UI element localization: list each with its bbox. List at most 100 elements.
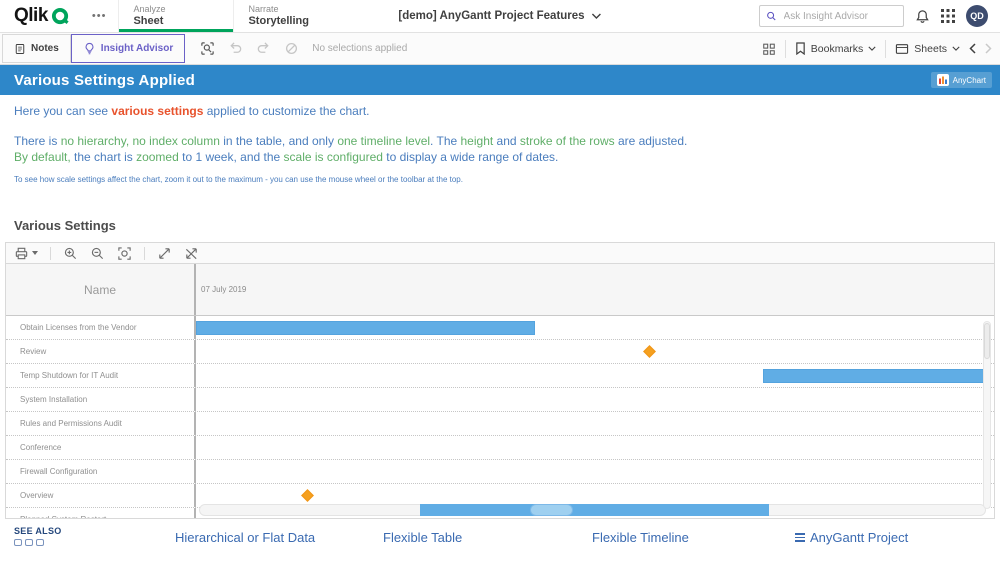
see-also-link[interactable]: Flexible Timeline <box>592 530 689 545</box>
gantt-body: Obtain Licenses from the VendorReviewTem… <box>6 316 994 518</box>
text-segment: By default, <box>14 150 71 164</box>
qlik-logo[interactable]: Qlik <box>0 0 80 32</box>
text-segment: and <box>493 134 520 148</box>
search-icon <box>766 10 777 22</box>
gantt-rows: Obtain Licenses from the VendorReviewTem… <box>6 316 994 518</box>
timeline-scrollbar[interactable] <box>199 504 986 516</box>
tab-label: Sheet <box>133 15 233 28</box>
sheet-toolbar: Notes Insight Advisor No selections appl… <box>0 33 1000 65</box>
task-name: Obtain Licenses from the Vendor <box>6 316 194 339</box>
name-column-header[interactable]: Name <box>6 264 194 315</box>
qlik-q-logo-icon <box>51 7 70 26</box>
chevron-right-icon <box>985 43 992 54</box>
redo-icon <box>256 41 271 56</box>
divider <box>50 247 51 260</box>
task-timeline-cell <box>194 388 994 411</box>
sheet-overview-button[interactable] <box>762 42 776 56</box>
print-button[interactable] <box>14 246 38 261</box>
thumbnail-icon <box>25 539 33 546</box>
text-segment: There is <box>14 134 61 148</box>
bookmarks-label: Bookmarks <box>811 43 864 55</box>
previous-sheet-button[interactable] <box>969 43 976 54</box>
reset-zoom-button[interactable] <box>184 246 199 261</box>
selection-tools: No selections applied <box>200 33 407 64</box>
anychart-badge[interactable]: AnyChart <box>931 72 992 88</box>
vertical-scrollbar-thumb[interactable] <box>984 323 990 359</box>
divider <box>144 247 145 260</box>
chevron-down-icon <box>868 46 876 51</box>
zoom-in-button[interactable] <box>63 246 78 261</box>
qlik-logo-text: Qlik <box>14 5 48 27</box>
see-also-thumbnails[interactable] <box>14 539 44 546</box>
clear-selections-icon <box>284 41 299 56</box>
see-also-link-label: Flexible Table <box>383 530 462 545</box>
app-title-text: [demo] AnyGantt Project Features <box>398 10 584 22</box>
search-input[interactable] <box>782 10 897 23</box>
task-name: Overview <box>6 484 194 507</box>
see-also-link[interactable]: Flexible Table <box>383 530 462 545</box>
timeline-range[interactable] <box>420 504 769 516</box>
text-segment: the chart is <box>71 150 136 164</box>
see-also-link-label: AnyGantt Project <box>810 530 908 545</box>
smart-search-button[interactable] <box>200 41 215 56</box>
description-block: Here you can see various settings applie… <box>0 95 1000 184</box>
zoom-out-button[interactable] <box>90 246 105 261</box>
app-title-dropdown[interactable]: [demo] AnyGantt Project Features <box>398 0 601 32</box>
redo-button[interactable] <box>256 41 271 56</box>
sheets-icon <box>895 43 909 55</box>
bookmarks-menu[interactable]: Bookmarks <box>795 42 877 55</box>
more-menu-button[interactable]: ••• <box>80 0 119 32</box>
task-bar[interactable] <box>763 369 985 383</box>
task-timeline-cell <box>194 340 994 363</box>
zoom-to-fit-button[interactable] <box>117 246 132 261</box>
text-segment: one timeline level <box>337 134 430 148</box>
timeline-header[interactable]: 07 July 2019 <box>194 264 994 315</box>
print-icon <box>14 246 29 261</box>
thumbnail-icon <box>36 539 44 546</box>
task-name: Firewall Configuration <box>6 460 194 483</box>
anychart-badge-label: AnyChart <box>953 76 986 85</box>
insight-advisor-search[interactable] <box>759 5 904 27</box>
milestone-marker[interactable] <box>301 489 314 502</box>
reset-zoom-icon <box>184 246 199 261</box>
chevron-down-icon <box>592 13 602 19</box>
tab-label: Storytelling <box>248 15 348 28</box>
timeline-scrollbar-thumb[interactable] <box>530 504 572 516</box>
text-segment: are adjusted. <box>615 134 688 148</box>
description-line: Here you can see various settings applie… <box>14 104 986 119</box>
tab-eyebrow: Analyze <box>133 4 233 15</box>
see-also-link-label: Flexible Timeline <box>592 530 689 545</box>
clear-selections-button[interactable] <box>284 41 299 56</box>
tab-eyebrow: Narrate <box>248 4 348 15</box>
vertical-scrollbar[interactable] <box>983 321 991 509</box>
undo-button[interactable] <box>228 41 243 56</box>
gantt-row: Temp Shutdown for IT Audit <box>6 364 994 388</box>
sheet-title-bar: Various Settings Applied AnyChart <box>0 65 1000 95</box>
description-note: To see how scale settings affect the cha… <box>14 175 986 184</box>
notes-icon <box>14 43 26 55</box>
see-also-link[interactable]: Hierarchical or Flat Data <box>175 530 315 545</box>
sheets-menu[interactable]: Sheets <box>895 43 960 55</box>
tab-narrate-storytelling[interactable]: Narrate Storytelling <box>233 0 348 32</box>
notes-label: Notes <box>31 43 59 54</box>
notifications-button[interactable] <box>915 9 930 24</box>
app-launcher-button[interactable] <box>941 9 955 23</box>
tab-analyze-sheet[interactable]: Analyze Sheet <box>118 0 233 32</box>
divider <box>885 40 886 58</box>
anychart-logo-icon <box>937 74 949 86</box>
chart-object-title: Various Settings <box>14 218 986 233</box>
milestone-marker[interactable] <box>643 345 656 358</box>
fit-all-button[interactable] <box>157 246 172 261</box>
task-timeline-cell <box>194 412 994 435</box>
chevron-down-icon <box>952 46 960 51</box>
text-segment: to 1 week, and the <box>179 150 284 164</box>
insight-advisor-button[interactable]: Insight Advisor <box>71 34 185 63</box>
text-segment: in the table, and only <box>220 134 337 148</box>
user-avatar[interactable]: QD <box>966 5 988 27</box>
notes-button[interactable]: Notes <box>2 34 71 63</box>
task-bar[interactable] <box>196 321 535 335</box>
next-sheet-button[interactable] <box>985 43 992 54</box>
topbar-right-group: QD <box>759 0 988 32</box>
fit-all-icon <box>157 246 172 261</box>
see-also-link[interactable]: AnyGantt Project <box>795 530 908 545</box>
